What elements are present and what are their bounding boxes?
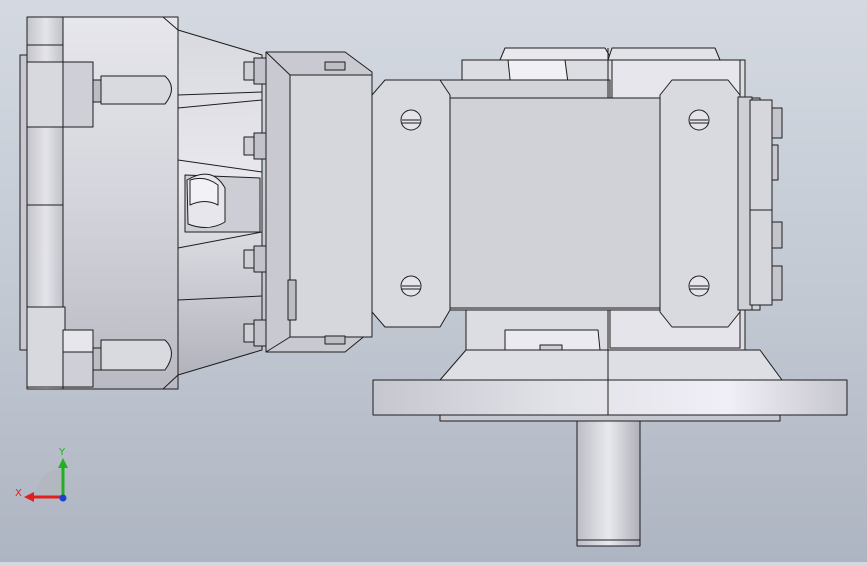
conical-housing[interactable]: [177, 29, 263, 376]
right-end-cap[interactable]: [737, 96, 783, 311]
main-housing-plate[interactable]: [371, 79, 761, 328]
x-axis-label: X: [15, 488, 22, 499]
input-bearing-housing[interactable]: [265, 51, 373, 353]
output-flange[interactable]: [372, 349, 848, 422]
z-axis-dot: [59, 494, 67, 502]
triad-plane: [35, 469, 63, 497]
output-shaft[interactable]: [576, 420, 641, 547]
housing-screw: [688, 275, 710, 297]
housing-screw: [400, 275, 422, 297]
y-axis-label: Y: [58, 447, 66, 458]
orientation-triad: X Y: [15, 447, 68, 502]
y-axis-head: [58, 458, 68, 468]
housing-screw: [688, 109, 710, 131]
x-axis-head: [24, 492, 34, 502]
motor-adapter-flange[interactable]: [19, 16, 179, 390]
housing-screw: [400, 109, 422, 131]
gear-reducer-model[interactable]: X Y: [0, 0, 867, 562]
cad-3d-viewport[interactable]: X Y: [0, 0, 867, 562]
